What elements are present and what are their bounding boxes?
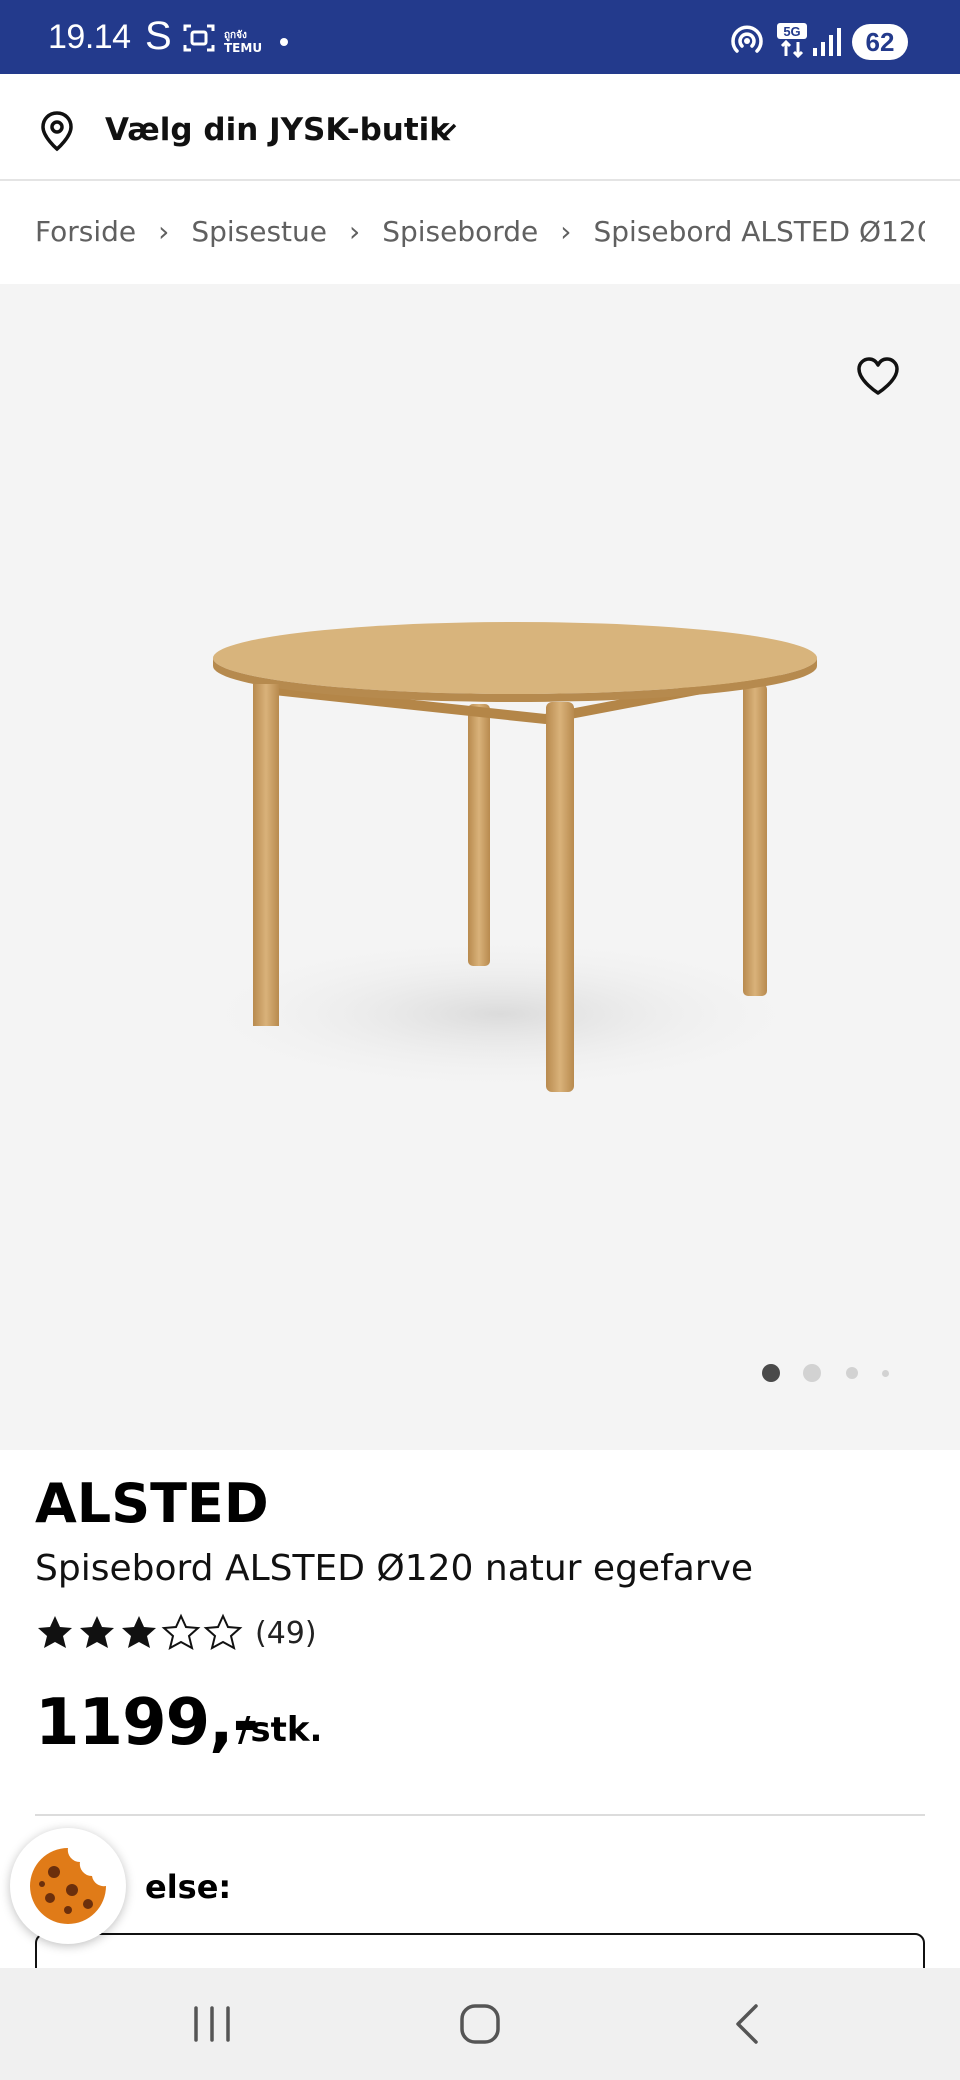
product-price: 1199,- (35, 1686, 259, 1760)
back-icon[interactable] (718, 1994, 778, 2054)
battery-indicator: 62 (852, 24, 908, 60)
signal-icon (812, 26, 842, 62)
breadcrumb: Forside › Spisestue › Spiseborde › Spisebord A… (0, 181, 960, 284)
home-icon[interactable] (450, 1994, 510, 2054)
system-nav-bar (0, 1968, 960, 2080)
gallery-pagination (760, 1362, 900, 1384)
breadcrumb-item-spisestue[interactable]: Spisestue (191, 215, 327, 248)
chevron-down-icon (430, 122, 458, 144)
breadcrumb-item-current: Spisebord ALSTED Ø120 natur egefarve (593, 215, 926, 248)
status-time: 19.14 (48, 18, 131, 56)
notification-dot-icon (280, 38, 288, 46)
breadcrumb-separator: › (158, 215, 170, 248)
screenshot-icon (182, 22, 216, 58)
hotspot-icon (730, 24, 764, 62)
location-pin-icon (38, 110, 76, 156)
breadcrumb-item-spiseborde[interactable]: Spiseborde (382, 215, 538, 248)
recent-apps-icon[interactable] (182, 1994, 242, 2054)
svg-text:5G: 5G (783, 24, 800, 39)
network-5g-icon: 5G (776, 22, 808, 64)
product-image (180, 622, 820, 1094)
product-image-gallery[interactable] (0, 284, 960, 1450)
product-brand: ALSTED (35, 1472, 269, 1535)
price-unit: /stk. (238, 1710, 323, 1750)
carrier-icon: S (145, 14, 172, 58)
breadcrumb-separator: › (560, 215, 572, 248)
store-selector-label: Vælg din JYSK-butik (105, 112, 450, 148)
breadcrumb-item-forside[interactable]: Forside (35, 215, 136, 248)
product-name: Spisebord ALSTED Ø120 natur egefarve (35, 1548, 754, 1589)
cookie-consent-button[interactable] (10, 1828, 126, 1944)
pagination-dot[interactable] (882, 1370, 889, 1377)
store-selector[interactable]: Vælg din JYSK-butik (0, 74, 960, 181)
heart-icon[interactable] (856, 356, 900, 400)
breadcrumb-separator: › (349, 215, 361, 248)
status-bar: 19.14 S ถูกจัง TEMU 5G 62 (0, 0, 960, 74)
pagination-dot-active[interactable] (762, 1364, 780, 1382)
section-divider (35, 1814, 925, 1816)
rating-stars[interactable] (35, 1612, 245, 1658)
pagination-dot[interactable] (803, 1364, 821, 1382)
pagination-dot[interactable] (846, 1367, 858, 1379)
cookie-icon (30, 1848, 106, 1924)
review-count[interactable]: (49) (255, 1616, 317, 1651)
temu-icon: ถูกจัง TEMU (224, 30, 263, 55)
